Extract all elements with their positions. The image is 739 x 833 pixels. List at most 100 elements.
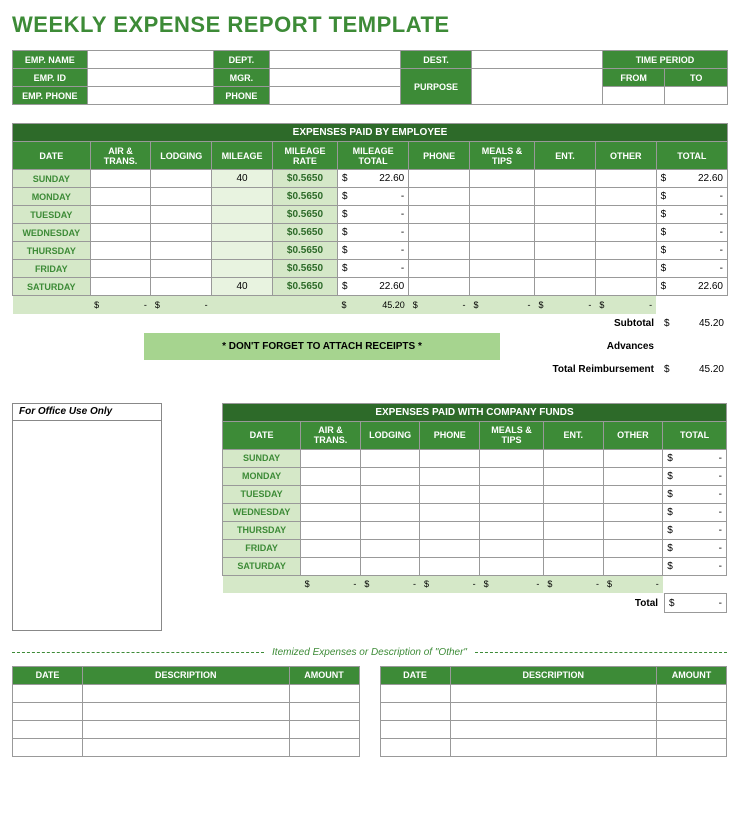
table-cell[interactable] <box>470 170 535 188</box>
table-cell[interactable] <box>301 467 361 485</box>
table-cell[interactable] <box>420 485 480 503</box>
table-cell[interactable] <box>83 684 290 702</box>
table-cell[interactable] <box>301 485 361 503</box>
table-cell[interactable] <box>420 449 480 467</box>
table-cell[interactable] <box>409 260 470 278</box>
table-cell[interactable] <box>360 449 420 467</box>
to-field[interactable] <box>665 87 728 105</box>
table-cell[interactable] <box>13 720 83 738</box>
table-cell[interactable] <box>420 503 480 521</box>
table-cell[interactable] <box>151 260 212 278</box>
table-cell[interactable] <box>90 188 151 206</box>
table-cell[interactable] <box>301 449 361 467</box>
table-cell[interactable] <box>535 260 596 278</box>
table-cell[interactable] <box>470 206 535 224</box>
table-cell[interactable] <box>595 206 656 224</box>
table-cell[interactable] <box>420 467 480 485</box>
emp-id-field[interactable] <box>87 69 213 87</box>
table-cell[interactable] <box>543 467 603 485</box>
table-cell[interactable] <box>409 206 470 224</box>
table-cell[interactable] <box>289 684 359 702</box>
table-cell[interactable] <box>470 278 535 296</box>
phone-field[interactable] <box>270 87 401 105</box>
table-cell[interactable] <box>90 242 151 260</box>
emp-name-field[interactable] <box>87 51 213 69</box>
table-cell[interactable] <box>90 170 151 188</box>
table-cell[interactable] <box>470 242 535 260</box>
table-cell[interactable] <box>470 224 535 242</box>
emp-phone-field[interactable] <box>87 87 213 105</box>
purpose-field[interactable] <box>471 69 602 105</box>
table-cell[interactable] <box>603 485 663 503</box>
table-cell[interactable] <box>90 224 151 242</box>
mileage-cell[interactable] <box>212 188 273 206</box>
table-cell[interactable] <box>83 720 290 738</box>
table-cell[interactable] <box>360 503 420 521</box>
table-cell[interactable] <box>470 188 535 206</box>
table-cell[interactable] <box>450 720 657 738</box>
table-cell[interactable] <box>480 503 544 521</box>
table-cell[interactable] <box>420 521 480 539</box>
table-cell[interactable] <box>543 539 603 557</box>
mgr-field[interactable] <box>270 69 401 87</box>
advances-field[interactable] <box>660 333 728 360</box>
table-cell[interactable] <box>603 503 663 521</box>
table-cell[interactable] <box>90 260 151 278</box>
table-cell[interactable] <box>151 224 212 242</box>
mileage-cell[interactable] <box>212 206 273 224</box>
table-cell[interactable] <box>657 684 727 702</box>
mileage-cell[interactable]: 40 <box>212 278 273 296</box>
table-cell[interactable] <box>480 539 544 557</box>
table-cell[interactable] <box>543 485 603 503</box>
table-cell[interactable] <box>420 557 480 575</box>
table-cell[interactable] <box>657 720 727 738</box>
mileage-cell[interactable] <box>212 242 273 260</box>
table-cell[interactable] <box>535 170 596 188</box>
table-cell[interactable] <box>603 449 663 467</box>
table-cell[interactable] <box>380 720 450 738</box>
table-cell[interactable] <box>595 188 656 206</box>
table-cell[interactable] <box>470 260 535 278</box>
from-field[interactable] <box>602 87 665 105</box>
table-cell[interactable] <box>480 557 544 575</box>
table-cell[interactable] <box>301 557 361 575</box>
table-cell[interactable] <box>535 224 596 242</box>
table-cell[interactable] <box>603 467 663 485</box>
table-cell[interactable] <box>13 684 83 702</box>
table-cell[interactable] <box>543 557 603 575</box>
table-cell[interactable] <box>409 188 470 206</box>
table-cell[interactable] <box>535 206 596 224</box>
table-cell[interactable] <box>595 260 656 278</box>
table-cell[interactable] <box>151 206 212 224</box>
mileage-cell[interactable] <box>212 260 273 278</box>
table-cell[interactable] <box>301 503 361 521</box>
table-cell[interactable] <box>657 702 727 720</box>
table-cell[interactable] <box>360 521 420 539</box>
table-cell[interactable] <box>360 467 420 485</box>
table-cell[interactable] <box>595 170 656 188</box>
table-cell[interactable] <box>603 539 663 557</box>
table-cell[interactable] <box>409 278 470 296</box>
table-cell[interactable] <box>151 170 212 188</box>
table-cell[interactable] <box>409 170 470 188</box>
table-cell[interactable] <box>450 684 657 702</box>
table-cell[interactable] <box>83 702 290 720</box>
table-cell[interactable] <box>595 278 656 296</box>
table-cell[interactable] <box>535 278 596 296</box>
table-cell[interactable] <box>595 224 656 242</box>
table-cell[interactable] <box>480 521 544 539</box>
table-cell[interactable] <box>420 539 480 557</box>
table-cell[interactable] <box>289 720 359 738</box>
mileage-cell[interactable] <box>212 224 273 242</box>
table-cell[interactable] <box>380 684 450 702</box>
table-cell[interactable] <box>360 485 420 503</box>
table-cell[interactable] <box>13 738 83 756</box>
table-cell[interactable] <box>13 702 83 720</box>
table-cell[interactable] <box>301 539 361 557</box>
table-cell[interactable] <box>543 503 603 521</box>
office-use-area[interactable] <box>12 421 162 631</box>
dept-field[interactable] <box>270 51 401 69</box>
table-cell[interactable] <box>289 738 359 756</box>
table-cell[interactable] <box>450 738 657 756</box>
table-cell[interactable] <box>151 188 212 206</box>
